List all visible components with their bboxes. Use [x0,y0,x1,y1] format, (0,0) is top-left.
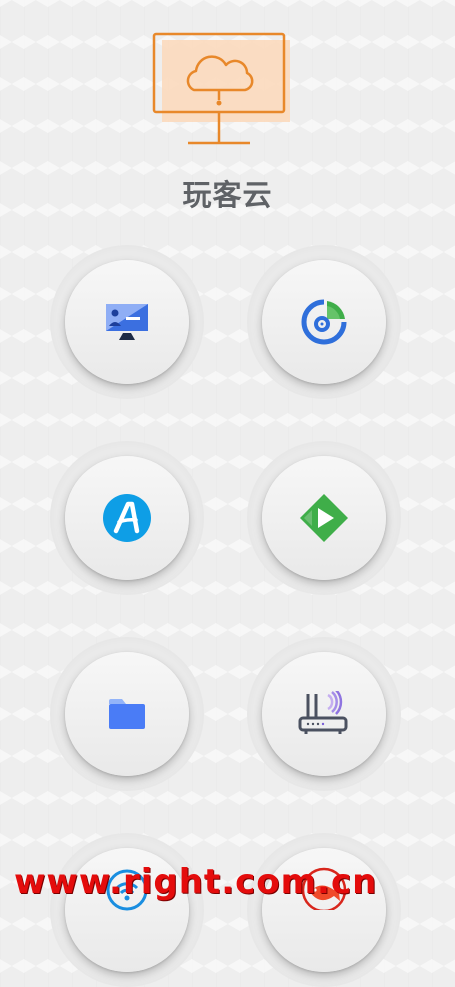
tile-router-ring [247,637,401,791]
tile-folder[interactable] [65,652,189,776]
aria2-download-icon [103,494,151,542]
tile-remote-desktop-ring [50,245,204,399]
watermark-text: www.right.com.cn [14,862,378,902]
cloud-monitor-icon [152,32,292,145]
tile-emby-ring [247,441,401,595]
tile-disk-usage[interactable] [262,260,386,384]
router-icon [298,691,348,734]
tile-aria2[interactable] [65,456,189,580]
tile-disk-usage-ring [247,245,401,399]
emby-media-icon [300,494,348,542]
tile-remote-desktop[interactable] [65,260,189,384]
remote-desktop-icon [106,304,148,340]
app-logo [150,30,292,150]
tile-emby[interactable] [262,456,386,580]
tile-aria2-ring [50,441,204,595]
disk-usage-icon [301,299,347,345]
tile-folder-ring [50,637,204,791]
folder-icon [109,699,145,729]
tile-wifi-ring [50,833,204,987]
tile-router[interactable] [262,652,386,776]
tile-fish-ring [247,833,401,987]
app-title: 玩客云 [182,178,273,212]
